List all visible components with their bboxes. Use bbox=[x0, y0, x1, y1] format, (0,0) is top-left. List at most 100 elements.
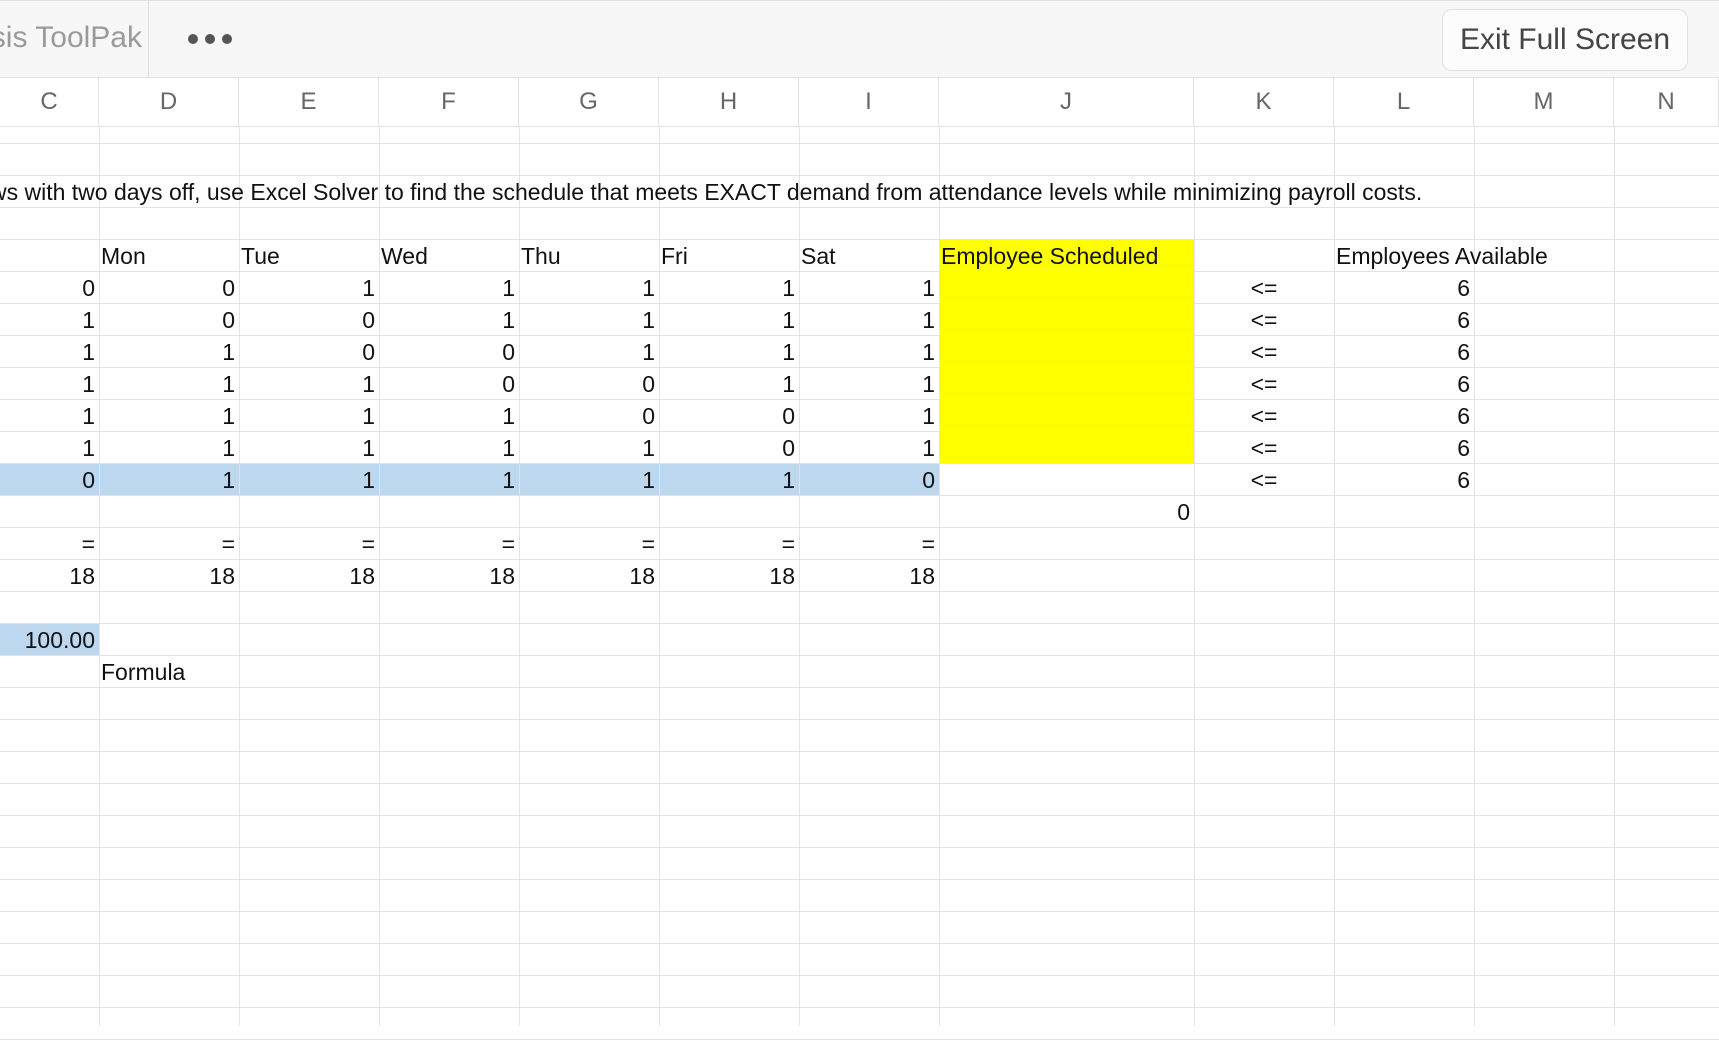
spreadsheet-grid[interactable]: ws with two days off, use Excel Solver t… bbox=[0, 127, 1719, 1040]
schedule-cell[interactable]: 1 bbox=[379, 304, 519, 336]
employees-available-value[interactable]: 6 bbox=[1334, 368, 1474, 400]
schedule-cell[interactable]: 1 bbox=[0, 400, 99, 432]
column-header-h[interactable]: H bbox=[659, 78, 799, 127]
schedule-cell[interactable]: 1 bbox=[519, 336, 659, 368]
schedule-cell[interactable]: 1 bbox=[659, 464, 799, 496]
schedule-cell[interactable]: 0 bbox=[379, 336, 519, 368]
schedule-cell[interactable]: 1 bbox=[0, 368, 99, 400]
schedule-cell[interactable]: 0 bbox=[0, 272, 99, 304]
column-header-k[interactable]: K bbox=[1194, 78, 1334, 127]
column-header-n[interactable]: N bbox=[1614, 78, 1719, 127]
employees-available-value[interactable]: 6 bbox=[1334, 400, 1474, 432]
schedule-cell[interactable]: 1 bbox=[799, 336, 939, 368]
schedule-cell[interactable]: 0 bbox=[99, 304, 239, 336]
day-header-thu[interactable]: Thu bbox=[519, 240, 659, 272]
equals-operator[interactable]: = bbox=[99, 528, 239, 560]
schedule-cell[interactable]: 1 bbox=[99, 432, 239, 464]
day-header-sat[interactable]: Sat bbox=[799, 240, 939, 272]
schedule-cell[interactable]: 1 bbox=[99, 464, 239, 496]
employees-available-header[interactable]: Employees Available bbox=[1334, 240, 1614, 272]
equals-operator[interactable]: = bbox=[659, 528, 799, 560]
schedule-cell[interactable]: 0 bbox=[0, 464, 99, 496]
schedule-cell[interactable]: 1 bbox=[659, 272, 799, 304]
schedule-cell[interactable]: 1 bbox=[379, 400, 519, 432]
demand-value[interactable]: 18 bbox=[99, 560, 239, 592]
formula-key-label[interactable]: Formula bbox=[99, 656, 239, 688]
analysis-toolpak-tab[interactable]: Analysis ToolPak bbox=[0, 1, 149, 78]
schedule-cell[interactable]: 1 bbox=[659, 304, 799, 336]
equals-operator[interactable]: = bbox=[0, 528, 99, 560]
demand-value[interactable]: 18 bbox=[519, 560, 659, 592]
more-options-button[interactable] bbox=[170, 19, 250, 59]
schedule-cell[interactable]: 1 bbox=[519, 432, 659, 464]
constraint-operator[interactable]: <= bbox=[1194, 336, 1334, 368]
instruction-text[interactable]: ws with two days off, use Excel Solver t… bbox=[0, 176, 1500, 208]
column-header-e[interactable]: E bbox=[239, 78, 379, 127]
constraint-operator[interactable]: <= bbox=[1194, 368, 1334, 400]
schedule-cell[interactable]: 1 bbox=[99, 400, 239, 432]
schedule-cell[interactable]: 1 bbox=[0, 432, 99, 464]
column-header-j[interactable]: J bbox=[939, 78, 1194, 127]
total-scheduled-value[interactable]: 0 bbox=[939, 496, 1194, 528]
column-header-i[interactable]: I bbox=[799, 78, 939, 127]
employee-scheduled-range[interactable] bbox=[939, 239, 1194, 463]
equals-operator[interactable]: = bbox=[239, 528, 379, 560]
wage-value[interactable]: 100.00 bbox=[0, 624, 99, 656]
schedule-cell[interactable]: 1 bbox=[239, 272, 379, 304]
day-header-tue[interactable]: Tue bbox=[239, 240, 379, 272]
employee-scheduled-header[interactable]: Employee Scheduled bbox=[939, 240, 1194, 272]
constraint-operator[interactable]: <= bbox=[1194, 400, 1334, 432]
schedule-cell[interactable]: 1 bbox=[239, 368, 379, 400]
employees-available-value[interactable]: 6 bbox=[1334, 464, 1474, 496]
constraint-operator[interactable]: <= bbox=[1194, 304, 1334, 336]
schedule-cell[interactable]: 1 bbox=[239, 400, 379, 432]
schedule-cell[interactable]: 0 bbox=[519, 368, 659, 400]
schedule-cell[interactable]: 1 bbox=[799, 432, 939, 464]
schedule-cell[interactable]: 1 bbox=[799, 304, 939, 336]
employees-available-value[interactable]: 6 bbox=[1334, 336, 1474, 368]
demand-value[interactable]: 18 bbox=[379, 560, 519, 592]
demand-value[interactable]: 18 bbox=[239, 560, 379, 592]
demand-value[interactable]: 18 bbox=[799, 560, 939, 592]
exit-full-screen-button[interactable]: Exit Full Screen bbox=[1442, 9, 1688, 71]
constraint-operator[interactable]: <= bbox=[1194, 272, 1334, 304]
schedule-cell[interactable]: 0 bbox=[99, 272, 239, 304]
schedule-cell[interactable]: 0 bbox=[239, 304, 379, 336]
constraint-operator[interactable]: <= bbox=[1194, 432, 1334, 464]
column-header-f[interactable]: F bbox=[379, 78, 519, 127]
schedule-cell[interactable]: 1 bbox=[99, 368, 239, 400]
day-header-mon[interactable]: Mon bbox=[99, 240, 239, 272]
equals-operator[interactable]: = bbox=[519, 528, 659, 560]
constraint-operator[interactable]: <= bbox=[1194, 464, 1334, 496]
schedule-cell[interactable]: 1 bbox=[239, 464, 379, 496]
column-header-d[interactable]: D bbox=[99, 78, 239, 127]
schedule-cell[interactable]: 1 bbox=[519, 464, 659, 496]
schedule-cell[interactable]: 0 bbox=[659, 400, 799, 432]
equals-operator[interactable]: = bbox=[799, 528, 939, 560]
schedule-cell[interactable]: 1 bbox=[239, 432, 379, 464]
schedule-cell[interactable]: 1 bbox=[379, 464, 519, 496]
schedule-cell[interactable]: 1 bbox=[519, 304, 659, 336]
schedule-cell[interactable]: 1 bbox=[0, 304, 99, 336]
schedule-cell[interactable]: 1 bbox=[659, 368, 799, 400]
demand-value[interactable]: 18 bbox=[0, 560, 99, 592]
schedule-cell[interactable]: 1 bbox=[99, 336, 239, 368]
day-header-fri[interactable]: Fri bbox=[659, 240, 799, 272]
schedule-cell[interactable]: 1 bbox=[379, 432, 519, 464]
column-header-g[interactable]: G bbox=[519, 78, 659, 127]
schedule-cell[interactable]: 1 bbox=[659, 336, 799, 368]
day-header-wed[interactable]: Wed bbox=[379, 240, 519, 272]
column-header-l[interactable]: L bbox=[1334, 78, 1474, 127]
schedule-cell[interactable]: 1 bbox=[519, 272, 659, 304]
employees-available-value[interactable]: 6 bbox=[1334, 432, 1474, 464]
schedule-cell[interactable]: 1 bbox=[799, 272, 939, 304]
schedule-cell[interactable]: 0 bbox=[239, 336, 379, 368]
schedule-cell[interactable]: 1 bbox=[379, 272, 519, 304]
demand-value[interactable]: 18 bbox=[659, 560, 799, 592]
column-header-c[interactable]: C bbox=[0, 78, 99, 127]
employees-available-value[interactable]: 6 bbox=[1334, 272, 1474, 304]
schedule-cell[interactable]: 1 bbox=[0, 336, 99, 368]
schedule-cell[interactable]: 0 bbox=[659, 432, 799, 464]
schedule-cell[interactable]: 0 bbox=[799, 464, 939, 496]
schedule-cell[interactable]: 1 bbox=[799, 400, 939, 432]
